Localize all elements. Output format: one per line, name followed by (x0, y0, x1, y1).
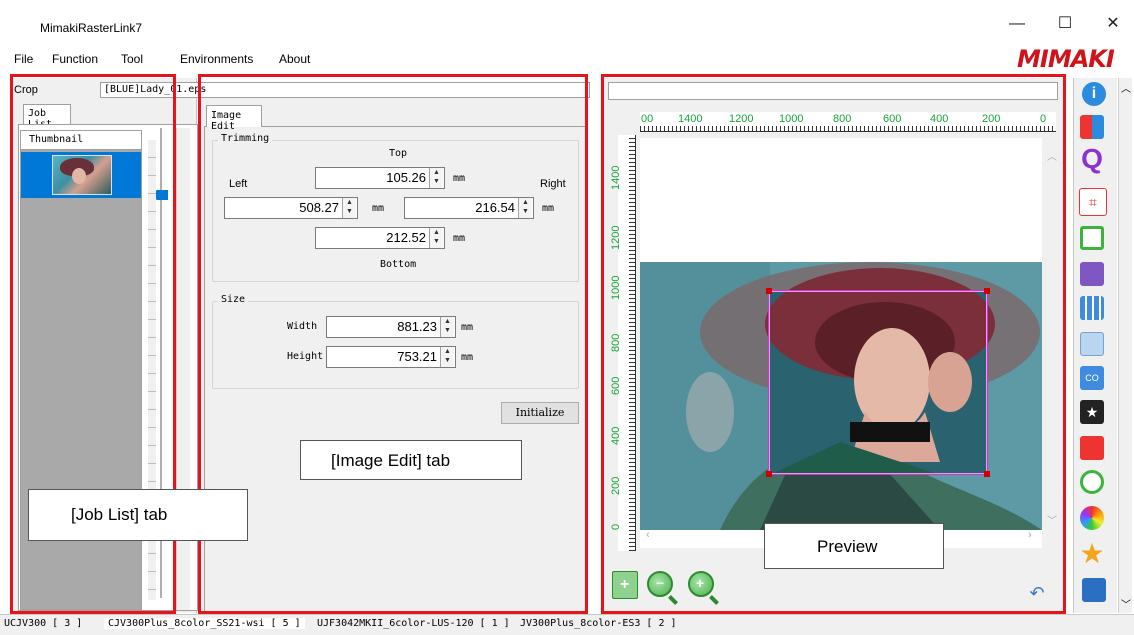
menu-about[interactable]: About (279, 52, 310, 66)
star-icon[interactable]: ★ (1078, 540, 1106, 568)
printer-tab[interactable]: UJF3042MKII_6color-LUS-120 [ 1 ] (317, 618, 510, 629)
app-title: MimakiRasterLink7 (40, 21, 143, 35)
copy-layout-icon[interactable] (1080, 262, 1104, 286)
printer-tab[interactable]: JV300Plus_8color-ES3 [ 2 ] (520, 618, 677, 629)
minimize-button[interactable]: — (1002, 14, 1032, 34)
printer-tab[interactable]: UCJV300 [ 3 ] (4, 618, 82, 629)
info-icon[interactable]: i (1082, 82, 1106, 106)
red-icon[interactable] (1080, 436, 1104, 460)
crop-icon[interactable]: ⌗ (1079, 188, 1107, 216)
menu-environments[interactable]: Environments (180, 52, 253, 66)
frame-icon[interactable] (1080, 226, 1104, 250)
image-edit-highlight (198, 74, 588, 614)
maximize-button[interactable]: ☐ (1050, 14, 1080, 34)
menu-bar (0, 46, 1134, 70)
color-collection-icon[interactable]: CO (1080, 366, 1104, 390)
image-edit-callout: [Image Edit] tab (300, 440, 522, 480)
layout-icon[interactable] (1080, 115, 1104, 139)
brand-logo: MIMAKI (1017, 45, 1115, 73)
special-color-icon[interactable]: ★ (1080, 400, 1104, 424)
menu-function[interactable]: Function (52, 52, 98, 66)
menu-file[interactable]: File (14, 52, 33, 66)
preview-callout: Preview (764, 523, 944, 569)
layer-icon[interactable] (1080, 470, 1104, 494)
title-bar (0, 0, 1134, 42)
job-list-callout: [Job List] tab (28, 489, 248, 541)
toolbar-scrollbar[interactable]: ︿ ﹀ (1118, 78, 1132, 613)
document-icon[interactable] (1082, 578, 1106, 602)
printer-tab-active[interactable]: CJV300Plus_8color_SS21-wsi [ 5 ] (104, 618, 305, 629)
duplicate-icon[interactable] (1080, 332, 1104, 356)
tiling-icon[interactable] (1080, 296, 1104, 320)
search-q-icon[interactable]: Q (1078, 144, 1106, 174)
close-button[interactable]: ✕ (1098, 14, 1128, 34)
menu-tool[interactable]: Tool (121, 52, 143, 66)
color-adjust-icon[interactable] (1080, 506, 1104, 530)
